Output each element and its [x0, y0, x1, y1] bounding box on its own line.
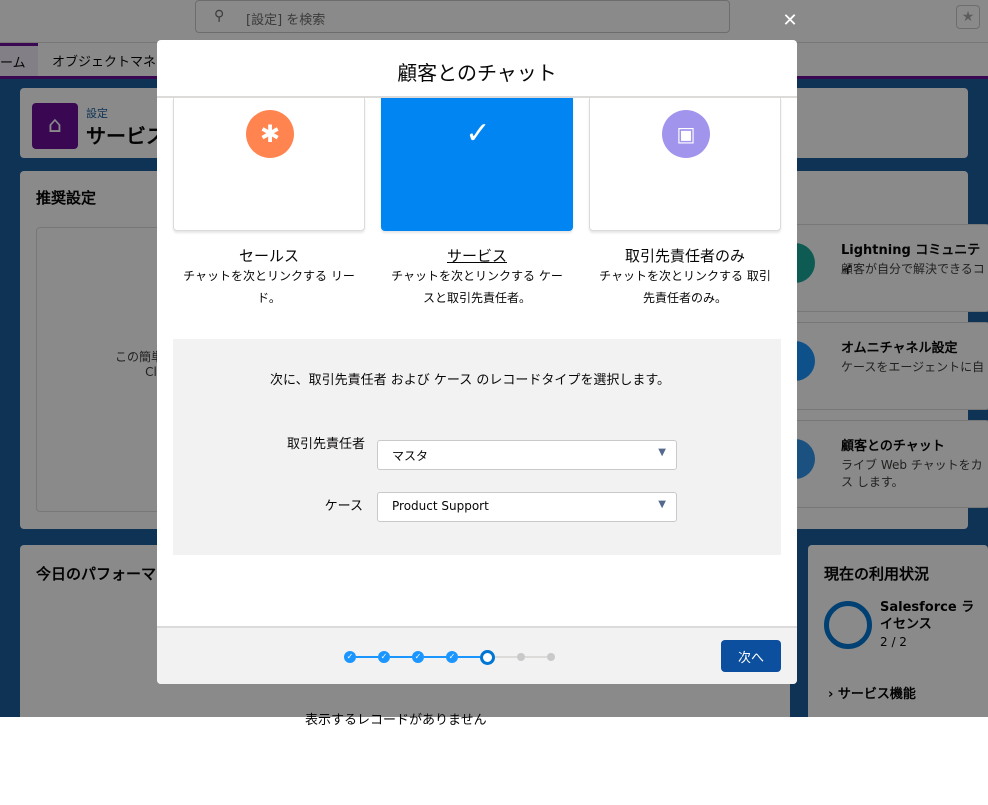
- option-label[interactable]: サービス: [377, 245, 577, 266]
- progress-line: [458, 656, 480, 658]
- chevron-down-icon: ▼: [658, 447, 666, 458]
- option-desc: チャットを次とリンクする リード。: [183, 269, 355, 305]
- step-current-icon: [480, 649, 495, 665]
- instruction-text: 次に、取引先責任者 および ケース のレコードタイプを選択します。: [270, 373, 671, 388]
- chevron-down-icon: ▼: [658, 499, 666, 510]
- option-label[interactable]: 取引先責任者のみ: [585, 245, 785, 266]
- progress-line: [495, 656, 517, 658]
- modal-footer: ✓ ✓ ✓ ✓ 次へ: [157, 626, 797, 684]
- contact-card-icon: ▣: [662, 110, 710, 158]
- step-complete-icon: ✓: [378, 651, 390, 663]
- lead-icon: ✱: [246, 110, 294, 158]
- option-sales[interactable]: ✱: [173, 98, 365, 231]
- select-value: Product Support: [392, 499, 489, 513]
- step-incomplete-icon: [547, 653, 555, 661]
- select-value: マスタ: [392, 449, 429, 463]
- chat-setup-modal: 顧客とのチャット ✱ ✓ ▣ セールス サービス 取引先責任者のみ チャットを次…: [157, 40, 797, 684]
- progress-line: [424, 656, 446, 658]
- progress-line: [356, 656, 378, 658]
- check-icon: ✓: [465, 116, 491, 151]
- step-complete-icon: ✓: [446, 651, 458, 663]
- next-button[interactable]: 次へ: [721, 640, 781, 672]
- step-complete-icon: ✓: [412, 651, 424, 663]
- contact-record-type-select[interactable]: マスタ ▼: [377, 440, 677, 470]
- step-incomplete-icon: [517, 653, 525, 661]
- close-icon[interactable]: ✕: [780, 10, 800, 31]
- step-complete-icon: ✓: [344, 651, 356, 663]
- progress-indicator: ✓ ✓ ✓ ✓: [344, 649, 555, 665]
- record-type-section: 次に、取引先責任者 および ケース のレコードタイプを選択します。 取引先責任者…: [173, 339, 781, 555]
- progress-line: [390, 656, 412, 658]
- option-desc: チャットを次とリンクする ケースと取引先責任者。: [391, 269, 563, 305]
- case-record-type-label: ケース: [324, 499, 363, 514]
- modal-title: 顧客とのチャット: [157, 40, 797, 98]
- option-contact-only[interactable]: ▣: [589, 98, 781, 231]
- case-record-type-select[interactable]: Product Support ▼: [377, 492, 677, 522]
- option-desc: チャットを次とリンクする 取引先責任者のみ。: [599, 269, 771, 305]
- contact-record-type-label: 取引先責任者: [286, 437, 365, 452]
- progress-line: [525, 656, 547, 658]
- option-service[interactable]: ✓: [381, 98, 573, 231]
- option-label[interactable]: セールス: [169, 245, 369, 266]
